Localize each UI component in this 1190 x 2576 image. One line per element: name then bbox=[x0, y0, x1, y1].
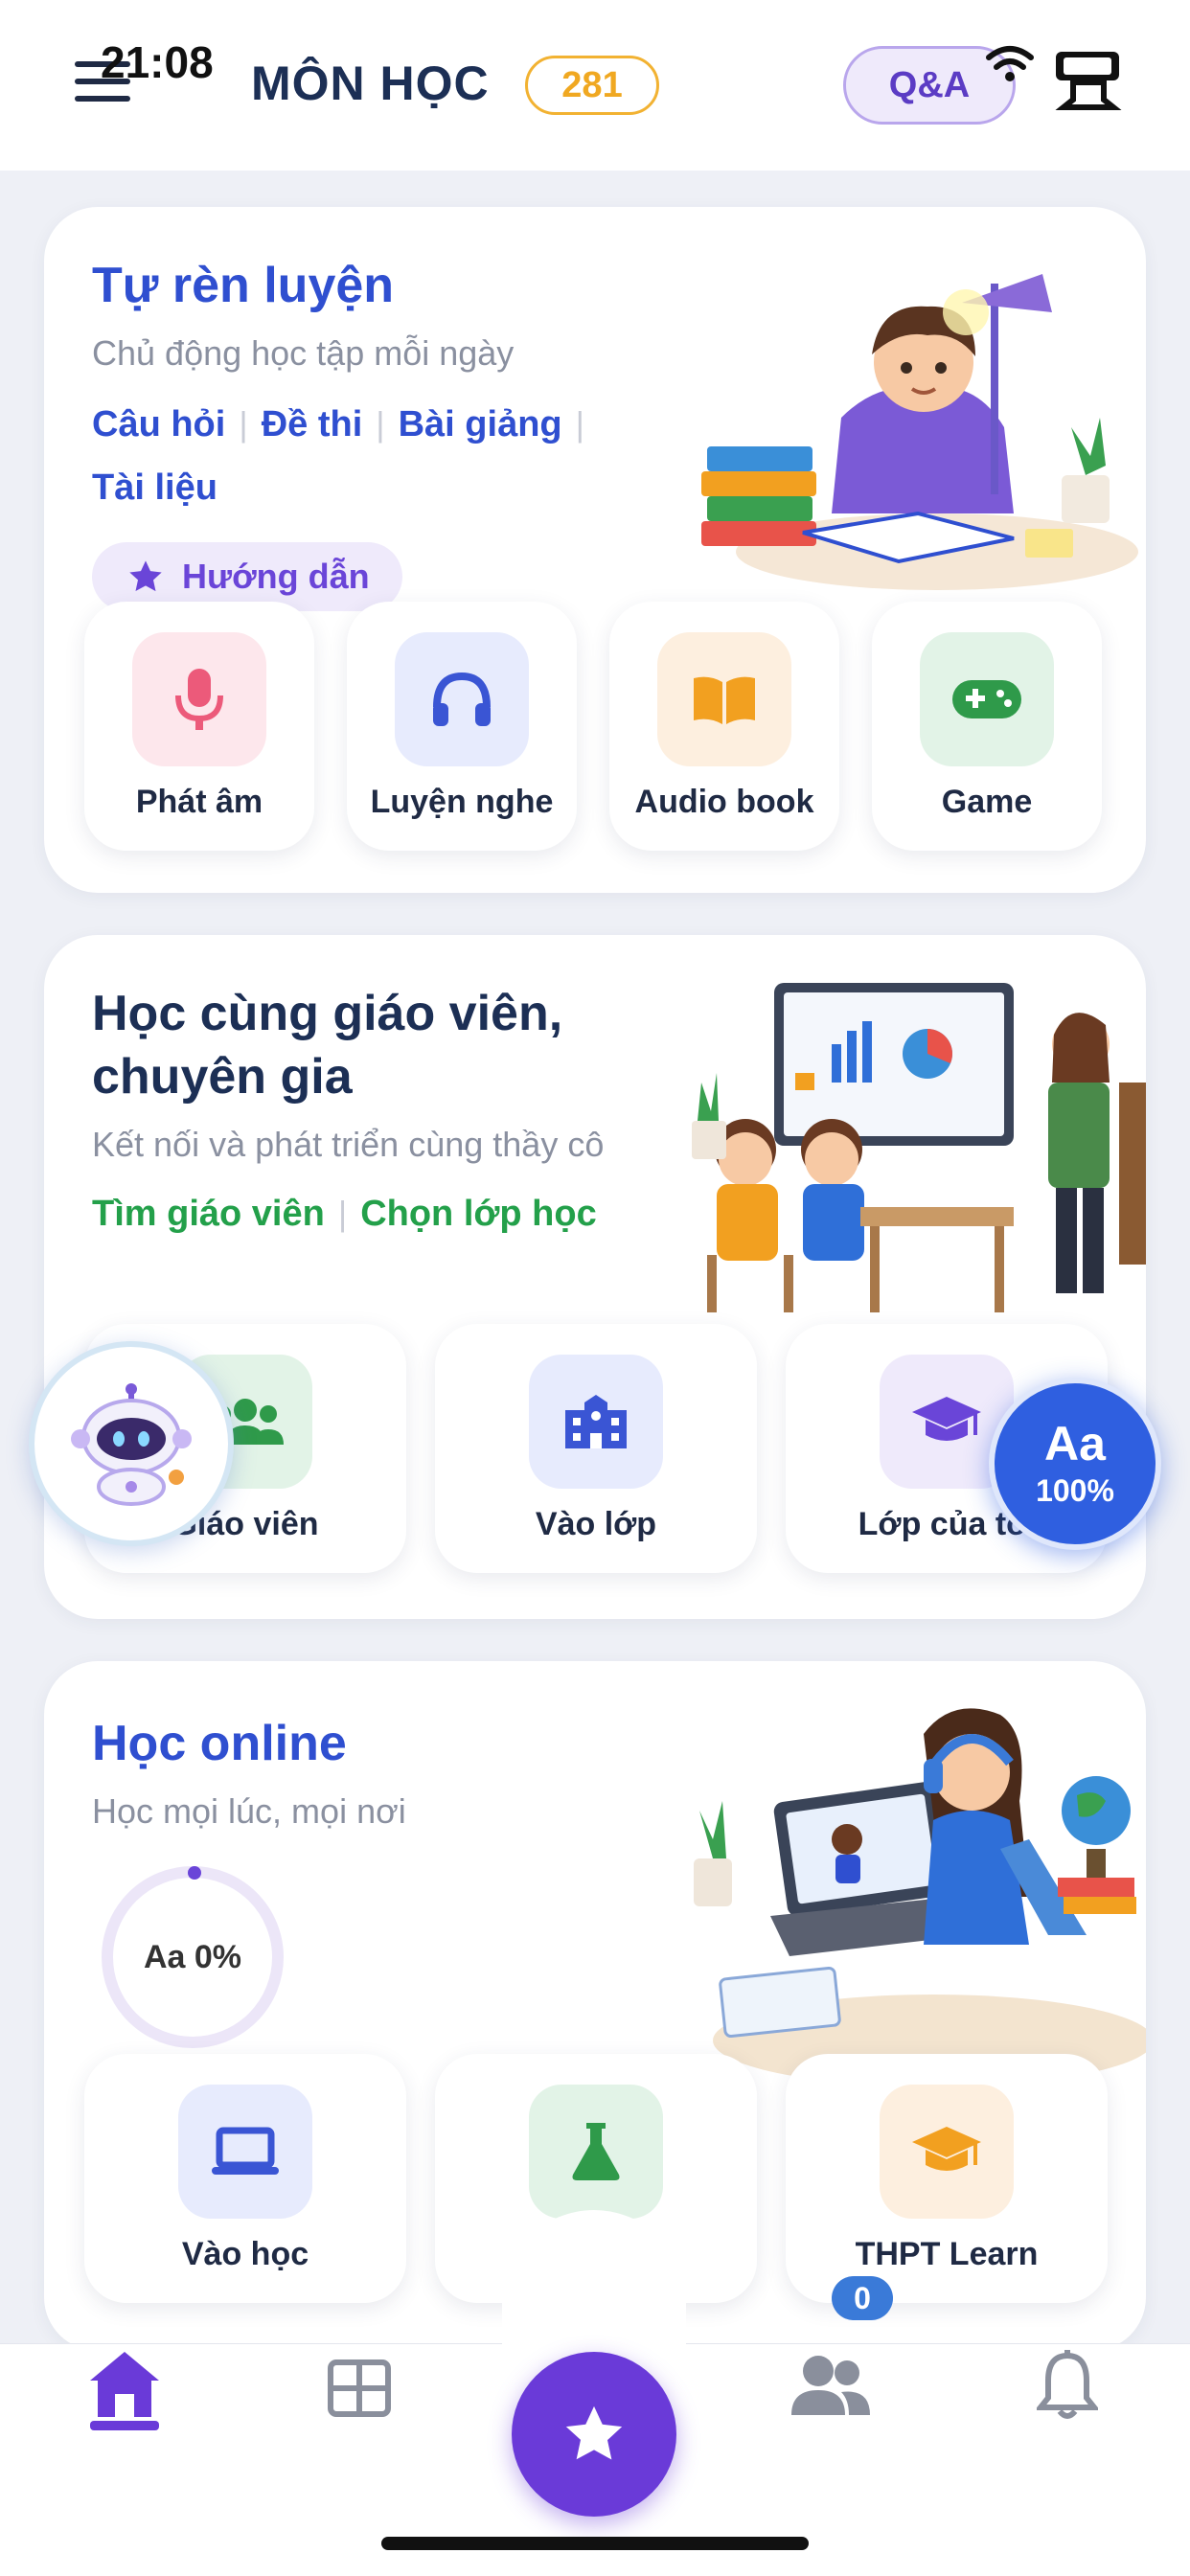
star-icon bbox=[129, 560, 162, 592]
nav-favorites-button[interactable] bbox=[512, 2352, 676, 2517]
headphones-icon bbox=[395, 632, 529, 766]
link-documents[interactable]: Tài liệu bbox=[92, 467, 217, 509]
teacher-subtitle: Kết nối và phát triển cùng thầy cô bbox=[92, 1125, 605, 1164]
online-title: Học online bbox=[92, 1716, 347, 1771]
tile-join-class[interactable]: Vào lớp bbox=[435, 1324, 757, 1573]
tile-label: Game bbox=[941, 784, 1033, 820]
link-lectures[interactable]: Bài giảng bbox=[399, 404, 562, 445]
laptop-icon bbox=[178, 2085, 312, 2219]
tile-pronunciation[interactable]: Phát âm bbox=[84, 602, 314, 851]
practice-title: Tự rèn luyện bbox=[92, 258, 395, 313]
nav-home[interactable] bbox=[82, 2344, 167, 2459]
progress-label: Aa 0% bbox=[143, 1938, 242, 1975]
grid-icon bbox=[328, 2359, 391, 2417]
wifi-icon bbox=[986, 46, 1034, 81]
progress-dot bbox=[188, 1866, 201, 1880]
online-subtitle: Học mọi lúc, mọi nơi bbox=[92, 1791, 406, 1831]
flask-icon bbox=[529, 2085, 663, 2219]
guide-label: Hướng dẫn bbox=[182, 557, 370, 596]
nav-notifications[interactable] bbox=[1031, 2344, 1104, 2459]
practice-card: Tự rèn luyện Chủ động học tập mỗi ngày C… bbox=[44, 207, 1146, 893]
tile-listening[interactable]: Luyện nghe bbox=[347, 602, 577, 851]
link-choose-class[interactable]: Chọn lớp học bbox=[360, 1194, 597, 1234]
font-size-button[interactable]: Aa 100% bbox=[989, 1378, 1161, 1550]
count-badge[interactable]: 281 bbox=[525, 56, 659, 115]
notification-bell-icon[interactable] bbox=[1052, 48, 1125, 115]
classroom-illustration bbox=[692, 983, 1146, 1312]
link-questions[interactable]: Câu hỏi bbox=[92, 404, 225, 445]
book-icon bbox=[657, 632, 791, 766]
tile-label: Vào lớp bbox=[535, 1506, 657, 1542]
graduation-cap-icon bbox=[880, 2085, 1014, 2219]
notification-count-badge: 0 bbox=[832, 2276, 893, 2320]
app-header: 21:08 MÔN HỌC 281 Q&A bbox=[0, 0, 1190, 171]
home-indicator bbox=[381, 2537, 809, 2550]
bell-icon bbox=[1037, 2350, 1098, 2419]
gamepad-icon bbox=[920, 632, 1054, 766]
teacher-title-line2: chuyên gia bbox=[92, 1049, 353, 1105]
link-find-teacher[interactable]: Tìm giáo viên bbox=[92, 1194, 325, 1234]
people-icon bbox=[791, 2356, 870, 2415]
progress-ring[interactable]: Aa 0% bbox=[102, 1866, 284, 2048]
practice-links: Câu hỏi | Đề thi | Bài giảng | bbox=[92, 404, 584, 445]
tile-audiobook[interactable]: Audio book bbox=[609, 602, 839, 851]
tile-start-learning[interactable]: Vào học bbox=[84, 2054, 406, 2303]
teacher-links: Tìm giáo viên | Chọn lớp học bbox=[92, 1194, 597, 1234]
student-studying-illustration bbox=[701, 274, 1138, 590]
tile-label: Phát âm bbox=[135, 784, 263, 820]
font-size-label: Aa bbox=[1044, 1416, 1106, 1470]
tile-label: Vào học bbox=[181, 2236, 309, 2272]
home-icon bbox=[90, 2352, 159, 2430]
page-title: MÔN HỌC bbox=[251, 57, 490, 110]
online-learner-illustration bbox=[694, 1708, 1146, 2085]
teacher-title-line1: Học cùng giáo viên, bbox=[92, 986, 563, 1041]
nav-community[interactable] bbox=[788, 2344, 874, 2459]
nav-grid[interactable] bbox=[324, 2344, 400, 2459]
tile-label: Audio book bbox=[634, 784, 814, 820]
practice-subtitle: Chủ động học tập mỗi ngày bbox=[92, 333, 515, 373]
tile-label: Luyện nghe bbox=[370, 784, 554, 820]
link-exams[interactable]: Đề thi bbox=[262, 404, 363, 445]
robot-icon bbox=[71, 1383, 192, 1506]
microphone-icon bbox=[132, 632, 266, 766]
tile-thpt-learn[interactable]: THPT Learn 0 bbox=[786, 2054, 1108, 2320]
school-icon bbox=[529, 1355, 663, 1489]
ai-assistant-button[interactable] bbox=[29, 1341, 234, 1546]
status-time: 21:08 bbox=[101, 37, 214, 87]
tile-label: THPT Learn bbox=[855, 2236, 1039, 2272]
font-size-value: 100% bbox=[1036, 1472, 1114, 1508]
star-icon bbox=[565, 2405, 623, 2460]
teacher-card: Học cùng giáo viên, chuyên gia Kết nối v… bbox=[44, 935, 1146, 1619]
tile-game[interactable]: Game bbox=[872, 602, 1102, 851]
